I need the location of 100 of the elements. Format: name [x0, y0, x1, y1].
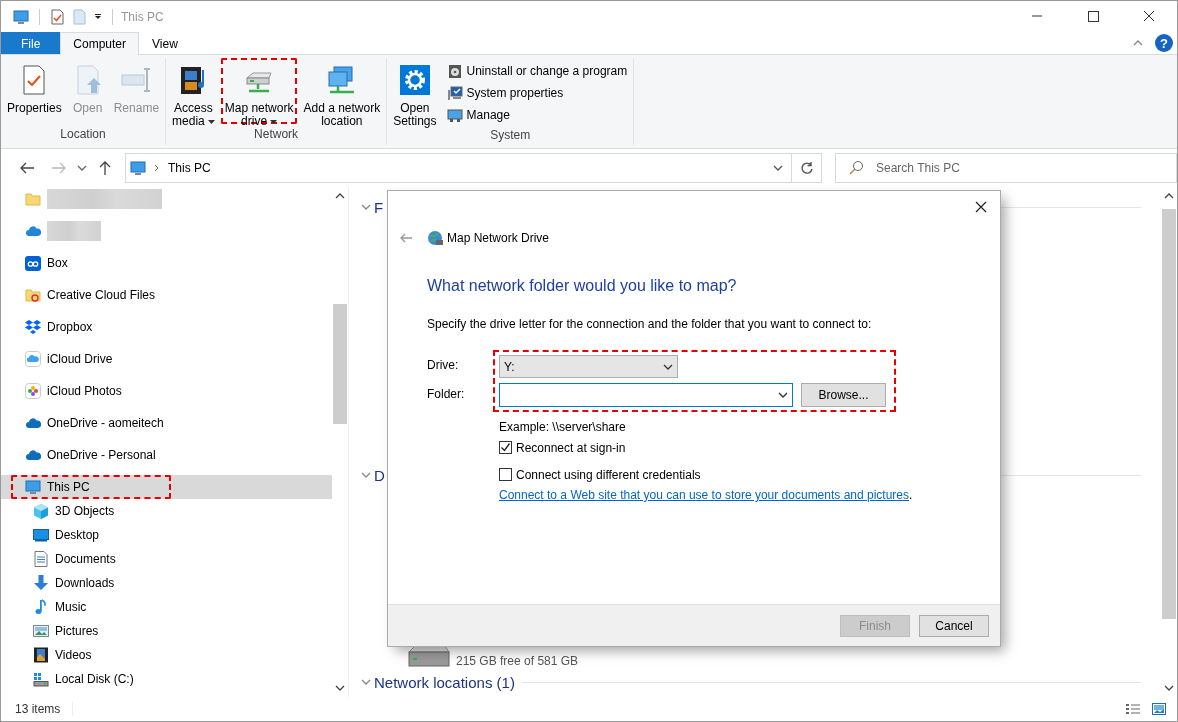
music-note-icon: [33, 599, 49, 615]
section-header[interactable]: Network locations (1): [374, 673, 515, 691]
ribbon-button[interactable]: Access media: [168, 58, 219, 124]
ribbon-button[interactable]: Add a network location: [299, 58, 385, 124]
screen-icon: [33, 527, 49, 543]
example-text: Example: \\server\share: [499, 420, 627, 434]
back-icon[interactable]: [19, 160, 35, 176]
cube-icon: [33, 503, 49, 519]
nav-item[interactable]: iCloud Photos: [1, 379, 332, 403]
ribbon-button[interactable]: Uninstall or change a program: [442, 60, 632, 82]
chevron-icon: [154, 164, 160, 172]
nav-item[interactable]: OneDrive - Personal: [1, 443, 332, 467]
cloud-icon: [25, 223, 41, 239]
nav-item[interactable]: Box: [1, 251, 332, 275]
dropdown-icon: [773, 165, 784, 171]
nav-item[interactable]: 3D Objects: [1, 499, 332, 523]
address-field[interactable]: This PC: [125, 153, 793, 183]
window-title: This PC: [121, 9, 164, 24]
ribbon-tab[interactable]: Computer: [60, 32, 140, 55]
dialog-button[interactable]: Cancel: [919, 614, 989, 637]
scrollbar-thumb[interactable]: [333, 304, 347, 424]
help-button[interactable]: ?: [1155, 34, 1173, 52]
blurred-text: [47, 221, 101, 241]
field-label: Folder:: [427, 387, 466, 402]
ribbon-button[interactable]: System properties: [442, 82, 632, 104]
up-icon[interactable]: [97, 160, 113, 176]
drive-select[interactable]: Y:: [499, 355, 678, 378]
link-sentence: Connect to a Web site that you can use to store your documents and pictures.: [499, 488, 914, 502]
folder-icon: [25, 287, 41, 303]
large-icons-view-icon[interactable]: [1151, 702, 1167, 716]
drive-space-text: 215 GB free of 581 GB: [456, 654, 579, 668]
nav-item[interactable]: Pictures: [1, 619, 332, 643]
web-site-link[interactable]: Connect to a Web site that you can use to store your documents and pictures: [499, 488, 909, 502]
ribbon-button[interactable]: Manage: [442, 104, 632, 126]
collapse-icon: [361, 679, 371, 685]
breadcrumb[interactable]: This PC: [168, 161, 211, 175]
dialog-title: Map Network Drive: [447, 231, 550, 245]
recent-locations-icon[interactable]: [77, 165, 87, 171]
search-field[interactable]: Search This PC: [835, 153, 1177, 183]
scroll-up-icon: [335, 193, 345, 199]
nav-item[interactable]: Local Disk (C:): [1, 667, 332, 691]
nav-item[interactable]: Creative Cloud Files: [1, 283, 332, 307]
scrollbar-thumb[interactable]: [1162, 209, 1176, 619]
group-label: Location: [59, 126, 107, 143]
collapse-icon: [361, 204, 371, 210]
nav-item[interactable]: This PC: [1, 475, 332, 499]
collapse-icon: [361, 472, 371, 478]
close-icon: [975, 201, 987, 213]
disc-box-icon: [446, 63, 463, 79]
nav-item[interactable]: Music: [1, 595, 332, 619]
nav-item[interactable]: OneDrive - aomeitech: [1, 411, 332, 435]
ribbon-button[interactable]: Properties: [3, 58, 66, 124]
caret-icon: [94, 12, 102, 21]
refresh-icon: [799, 161, 814, 175]
folder-field[interactable]: [499, 383, 793, 407]
cloud-icon: [25, 447, 41, 463]
field-label: Drive:: [427, 358, 460, 373]
monitor-check-icon: [446, 85, 463, 101]
file-tab[interactable]: File: [1, 32, 61, 54]
dropdown-icon: [778, 392, 788, 398]
globe-icon: [427, 230, 443, 246]
browse-button[interactable]: Browse...: [801, 383, 886, 407]
monitor-icon: [130, 160, 146, 176]
image-icon: [33, 623, 49, 639]
checkbox-label[interactable]: Reconnect at sign-in: [516, 440, 626, 455]
checkbox[interactable]: [499, 441, 512, 454]
flower-icon: [25, 383, 41, 399]
item-count: 13 items: [15, 702, 74, 716]
maximize-icon: [1087, 11, 1099, 22]
computer-icon: [446, 107, 463, 123]
section-header[interactable]: F: [374, 198, 384, 216]
details-view-icon[interactable]: [1125, 702, 1141, 716]
search-icon: [848, 160, 864, 176]
checkbox[interactable]: [499, 468, 512, 481]
dialog-heading: What network folder would you like to map?: [427, 277, 738, 296]
drive-icon: [33, 671, 49, 687]
document-icon: [33, 551, 49, 567]
nav-item[interactable]: Dropbox: [1, 315, 332, 339]
nav-item[interactable]: Documents: [1, 547, 332, 571]
monitor-icon: [25, 479, 41, 495]
document-icon: [72, 8, 86, 25]
instruction-text: Specify the drive letter for the connection and the folder that you want to connect to:: [427, 317, 873, 331]
checkbox-label[interactable]: Connect using different credentials: [516, 467, 701, 482]
nav-item[interactable]: Downloads: [1, 571, 332, 595]
nav-item[interactable]: Desktop: [1, 523, 332, 547]
group-label: System: [489, 127, 532, 144]
dropdown-icon: [663, 363, 673, 370]
refresh-button[interactable]: [792, 153, 822, 183]
folder-icon: [25, 191, 41, 207]
settings-icon: [398, 64, 431, 96]
nav-item[interactable]: Videos: [1, 643, 332, 667]
diamond-shapes-icon: [25, 319, 41, 335]
scroll-down-icon: [335, 685, 345, 691]
ribbon-tab[interactable]: View: [139, 32, 191, 54]
nav-item[interactable]: iCloud Drive: [1, 347, 332, 371]
scroll-up-icon: [1164, 193, 1174, 199]
section-header[interactable]: D: [374, 466, 385, 484]
collapse-ribbon-icon[interactable]: [1133, 40, 1143, 46]
download-icon: [33, 575, 49, 591]
app-logo-icon: [25, 255, 41, 271]
